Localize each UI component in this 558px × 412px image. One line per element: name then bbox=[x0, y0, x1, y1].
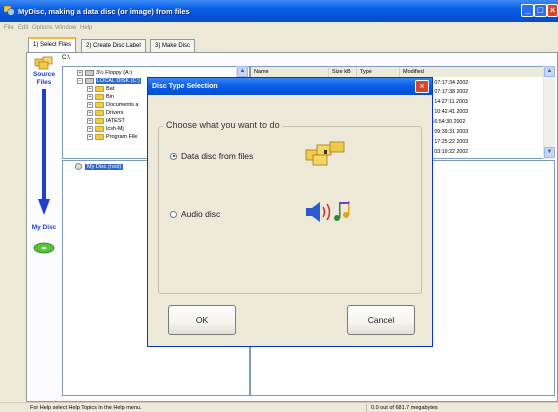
scroll-up-icon[interactable]: ▲ bbox=[544, 66, 555, 77]
folder-icon bbox=[95, 126, 104, 132]
menu-options[interactable]: Options bbox=[32, 25, 53, 31]
scroll-down-icon[interactable]: ▼ bbox=[544, 147, 555, 158]
file-modified: 27 07:17:34 2002 bbox=[427, 80, 469, 86]
maximize-button[interactable]: □ bbox=[534, 4, 547, 17]
tree-item-folder[interactable]: + Bin bbox=[87, 93, 114, 101]
floppy-drive-icon bbox=[85, 70, 94, 76]
folder-icon bbox=[95, 94, 104, 100]
status-help-text: For Help select Help Topics in the Help … bbox=[30, 405, 142, 411]
column-size[interactable]: Size kB bbox=[329, 67, 357, 77]
column-name[interactable]: Name bbox=[251, 67, 329, 77]
file-modified: 27 07:17:38 2002 bbox=[427, 89, 469, 95]
tab-make-disc[interactable]: 3) Make Disc bbox=[150, 39, 196, 52]
tree-item-folder[interactable]: + Program File bbox=[87, 133, 137, 141]
folder-icon bbox=[95, 110, 104, 116]
tree-item-floppy[interactable]: + 3½ Floppy (A:) bbox=[77, 69, 132, 77]
close-button[interactable]: × bbox=[547, 4, 558, 17]
expand-icon[interactable]: + bbox=[87, 126, 93, 132]
menu-edit[interactable]: Edit bbox=[18, 25, 28, 31]
radio-unchecked-icon[interactable] bbox=[170, 210, 177, 218]
tree-item-folder[interactable]: + Icsh-Mj bbox=[87, 125, 124, 133]
collapse-icon[interactable]: − bbox=[77, 78, 83, 84]
dialog-titlebar: Disc Type Selection bbox=[148, 78, 432, 95]
window-title: MyDisc, making a data disc (or image) fr… bbox=[18, 7, 190, 16]
source-files-label: Source Files bbox=[32, 71, 56, 86]
audio-disc-icon bbox=[306, 201, 350, 222]
menu-window[interactable]: Window bbox=[55, 25, 76, 31]
tab-select-files[interactable]: 1) Select Files bbox=[28, 37, 77, 52]
status-bar: For Help select Help Topics in the Help … bbox=[0, 402, 558, 412]
minimize-button[interactable]: _ bbox=[521, 4, 534, 17]
data-files-icon bbox=[305, 141, 345, 166]
menu-file[interactable]: File bbox=[4, 25, 14, 31]
window-titlebar: MyDisc, making a data disc (or image) fr… bbox=[0, 0, 558, 22]
disc-root-item[interactable]: My Disc (root) bbox=[75, 163, 124, 170]
column-modified[interactable]: Modified bbox=[400, 67, 554, 77]
expand-icon[interactable]: + bbox=[87, 118, 93, 124]
file-modified: 03 17:25:22 2003 bbox=[427, 139, 469, 145]
menu-bar: File Edit Options Window Help bbox=[0, 22, 558, 33]
file-modified: 27 10:42:41 2003 bbox=[427, 109, 469, 115]
tree-item-local-disk[interactable]: − LOCAL DISK (C:) bbox=[77, 77, 141, 85]
tab-create-disc-label[interactable]: 2) Create Disc Label bbox=[81, 39, 146, 52]
dialog-close-button[interactable]: × bbox=[415, 80, 429, 93]
source-folders-icon bbox=[34, 56, 53, 70]
expand-icon[interactable]: + bbox=[87, 134, 93, 140]
ok-button[interactable]: OK bbox=[168, 305, 236, 335]
expand-icon[interactable]: + bbox=[87, 102, 93, 108]
disc-icon bbox=[33, 242, 55, 254]
disc-type-dialog: Disc Type Selection × Choose what you wa… bbox=[147, 77, 433, 347]
dialog-title: Disc Type Selection bbox=[152, 83, 218, 90]
tree-item-folder[interactable]: + Bat bbox=[87, 85, 114, 93]
cd-icon bbox=[75, 163, 82, 170]
file-list-scrollbar[interactable]: ▲ ▼ bbox=[543, 66, 555, 159]
menu-help[interactable]: Help bbox=[80, 25, 92, 31]
radio-audio-disc[interactable]: Audio disc bbox=[170, 209, 220, 219]
expand-icon[interactable]: + bbox=[87, 86, 93, 92]
expand-icon[interactable]: + bbox=[87, 94, 93, 100]
file-modified: 04 14:27:11 2003 bbox=[427, 99, 468, 105]
file-modified: 03 03:19:22 2002 bbox=[427, 149, 469, 155]
down-arrow-icon bbox=[38, 89, 50, 215]
sidebar: Source Files My Disc bbox=[30, 56, 58, 396]
group-label: Choose what you want to do bbox=[163, 120, 283, 130]
current-path: C:\ bbox=[62, 55, 70, 61]
scroll-up-icon[interactable]: ▲ bbox=[237, 66, 248, 77]
folder-icon bbox=[95, 86, 104, 92]
tree-item-folder[interactable]: + Documents a bbox=[87, 101, 138, 109]
folder-icon bbox=[95, 102, 104, 108]
app-icon bbox=[4, 5, 15, 16]
tree-item-folder[interactable]: + IATEST bbox=[87, 117, 125, 125]
folder-icon bbox=[95, 118, 104, 124]
file-modified: 06 09:39:31 2003 bbox=[427, 129, 469, 135]
status-capacity: 0.0 out of 681.7 megabytes bbox=[366, 404, 558, 412]
expand-icon[interactable]: + bbox=[87, 110, 93, 116]
folder-icon bbox=[95, 134, 104, 140]
hard-drive-icon bbox=[85, 78, 94, 84]
column-type[interactable]: Type bbox=[357, 67, 400, 77]
radio-checked-icon[interactable] bbox=[170, 152, 177, 160]
cancel-button[interactable]: Cancel bbox=[347, 305, 415, 335]
my-disc-label: My Disc bbox=[31, 224, 57, 231]
tree-item-folder[interactable]: + Drivers bbox=[87, 109, 123, 117]
expand-icon[interactable]: + bbox=[77, 70, 83, 76]
radio-data-disc[interactable]: Data disc from files bbox=[170, 151, 253, 161]
